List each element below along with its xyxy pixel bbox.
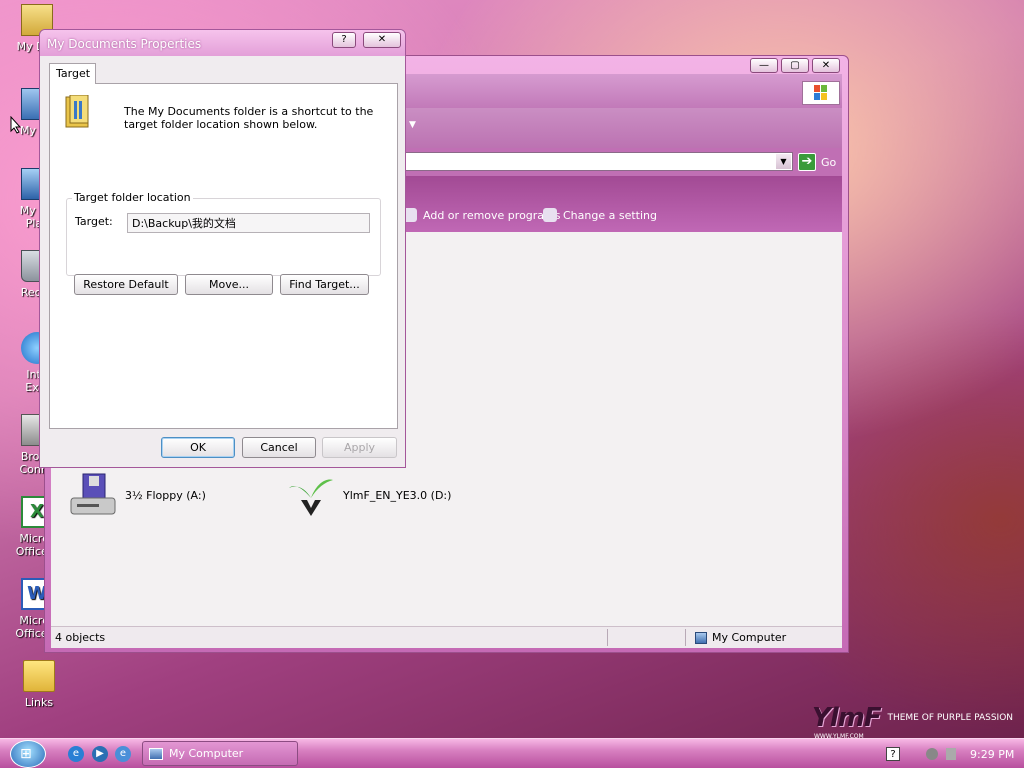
media-player-icon[interactable]: ▶ — [92, 746, 108, 762]
task-button-my-computer[interactable]: My Computer — [142, 741, 298, 766]
caption-buttons: — ▢ ✕ — [750, 58, 840, 73]
brand-watermark: YlmF THEME OF PURPLE PASSION WWW.YLMF.CO… — [812, 703, 1013, 740]
task-label: Add or remove programs — [423, 208, 561, 222]
address-input[interactable]: ▼ — [341, 152, 793, 171]
windows-logo-icon — [802, 81, 840, 105]
go-label: Go — [821, 155, 837, 169]
task-label: Change a setting — [563, 208, 657, 222]
apply-button[interactable]: Apply — [322, 437, 397, 458]
target-label: Target: — [75, 215, 113, 228]
folder-icon — [23, 660, 55, 692]
ylmf-drive-icon — [289, 479, 333, 516]
brand-tagline: THEME OF PURPLE PASSION — [887, 713, 1014, 723]
floppy-drive-icon — [70, 473, 116, 515]
mouse-cursor-icon — [10, 116, 22, 134]
clock[interactable]: 9:29 PM — [970, 748, 1014, 761]
tab-panel: The My Documents folder is a shortcut to… — [49, 83, 398, 429]
control-panel-icon — [543, 208, 557, 222]
drive-label: YlmF_EN_YE3.0 (D:) — [343, 488, 452, 502]
close-button[interactable]: ✕ — [363, 32, 401, 48]
drive-dvd[interactable]: YlmF_EN_YE3.0 (D:) — [287, 472, 451, 518]
dialog-title-bar[interactable]: My Documents Properties ? ✕ — [40, 30, 405, 56]
status-object-count: 4 objects — [55, 631, 106, 644]
status-divider — [607, 629, 608, 646]
start-button[interactable]: ⊞ — [10, 740, 46, 768]
network-tray-icon[interactable] — [926, 748, 938, 760]
volume-tray-icon[interactable] — [946, 748, 956, 760]
toolbar-dropdown-icon[interactable]: ▼ — [409, 120, 416, 130]
minimize-button[interactable]: — — [750, 58, 778, 73]
internet-explorer-icon[interactable]: e — [68, 746, 84, 762]
restore-default-button[interactable]: Restore Default — [74, 274, 178, 295]
close-button[interactable]: ✕ — [812, 58, 840, 73]
drive-floppy[interactable]: 3½ Floppy (A:) — [69, 472, 206, 518]
computer-icon — [149, 747, 163, 760]
brand-logo: YlmF — [812, 703, 882, 733]
cancel-button[interactable]: Cancel — [242, 437, 316, 458]
task-button-label: My Computer — [169, 747, 244, 760]
status-location-label: My Computer — [712, 631, 787, 644]
status-bar: 4 objects My Computer — [51, 626, 842, 648]
move-button[interactable]: Move... — [185, 274, 273, 295]
add-remove-programs-link[interactable]: Add or remove programs — [403, 208, 561, 222]
go-button[interactable]: ➔ Go — [798, 153, 836, 171]
status-divider — [685, 629, 686, 646]
drive-label: 3½ Floppy (A:) — [125, 488, 206, 502]
desktop-icon-label: Links — [24, 696, 54, 709]
dialog-title: My Documents Properties — [47, 37, 202, 51]
my-documents-folder-icon — [65, 95, 89, 128]
properties-dialog: My Documents Properties ? ✕ Target The M… — [39, 29, 406, 468]
ok-button[interactable]: OK — [161, 437, 235, 458]
tab-target[interactable]: Target — [49, 63, 96, 84]
windows-logo-icon: ⊞ — [20, 746, 32, 762]
find-target-button[interactable]: Find Target... — [280, 274, 369, 295]
desktop-icon-links[interactable]: Links — [2, 660, 76, 709]
arrow-right-icon: ➔ — [798, 153, 816, 171]
help-button[interactable]: ? — [332, 32, 356, 48]
help-icon[interactable]: ? — [886, 747, 900, 761]
target-folder-group: Target folder location Target: — [66, 191, 381, 276]
change-setting-link[interactable]: Change a setting — [543, 208, 657, 222]
target-field[interactable] — [127, 213, 370, 233]
system-tray: ? 9:29 PM — [880, 739, 1024, 768]
dialog-description: The My Documents folder is a shortcut to… — [124, 105, 374, 131]
ie-alt-icon[interactable]: e — [115, 746, 131, 762]
status-location: My Computer — [695, 631, 786, 644]
maximize-button[interactable]: ▢ — [781, 58, 809, 73]
computer-icon — [695, 631, 707, 644]
taskbar: ⊞ e ▶ e My Computer ? 9:29 PM — [0, 738, 1024, 768]
group-label: Target folder location — [72, 191, 193, 204]
chevron-down-icon[interactable]: ▼ — [776, 154, 791, 169]
